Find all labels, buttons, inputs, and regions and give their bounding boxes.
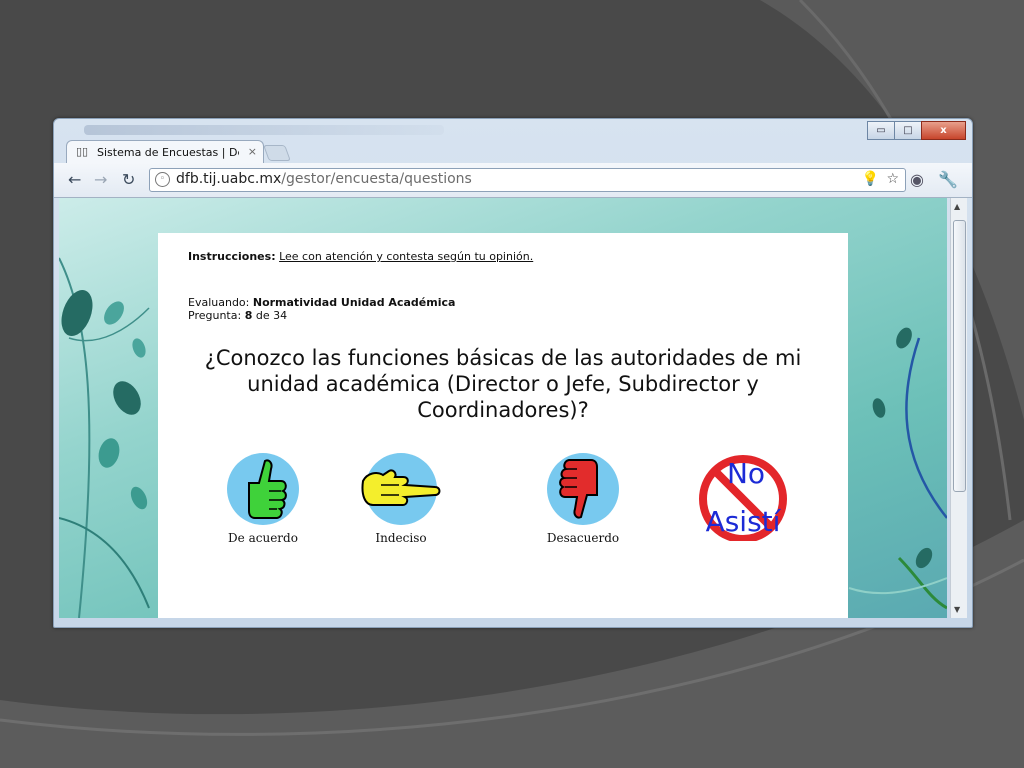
tab-title: Sistema de Encuestas | Depa [97, 146, 239, 159]
no-asisti-line2: Asistí [706, 505, 782, 538]
reload-icon[interactable]: ↻ [122, 170, 135, 189]
option-label: De acuerdo [228, 531, 298, 545]
title-bar: ▭ □ x ▯▯ Sistema de Encuestas | Depa × [54, 119, 972, 165]
no-asisti-line1: No [727, 457, 765, 490]
evaluating-line: Evaluando: Normatividad Unidad Académica [188, 296, 456, 309]
scroll-up-icon[interactable]: ▲ [954, 202, 960, 211]
globe-icon: ◦ [155, 172, 170, 187]
option-label: Desacuerdo [546, 531, 620, 545]
address-bar[interactable]: ◦ dfb.tij.uabc.mx/gestor/encuesta/questi… [149, 168, 906, 192]
extension-globe-icon[interactable]: ◉ [910, 170, 924, 189]
option-no-asisti[interactable]: No Asistí [683, 451, 803, 541]
maximize-button[interactable]: □ [894, 121, 922, 140]
option-label: Indeciso [375, 531, 427, 545]
option-de-acuerdo[interactable]: De acuerdo [203, 451, 323, 545]
thumbs-down-icon [547, 453, 619, 525]
window-controls: ▭ □ x [867, 121, 966, 140]
browser-window: ▭ □ x ▯▯ Sistema de Encuestas | Depa × ←… [53, 118, 973, 628]
question-counter: Pregunta: 8 de 34 [188, 309, 288, 322]
thumbs-up-icon [227, 453, 299, 525]
star-icon[interactable]: ☆ [886, 171, 899, 187]
tab-sistema-encuestas[interactable]: ▯▯ Sistema de Encuestas | Depa × [66, 140, 264, 165]
evaluation-info: Evaluando: Normatividad Unidad Académica… [188, 296, 455, 322]
question-text: ¿Conozco las funciones básicas de las au… [204, 346, 802, 422]
minimize-button[interactable]: ▭ [867, 121, 895, 140]
lightbulb-icon[interactable]: 💡 [862, 171, 879, 187]
thumb-sideways-icon [361, 453, 441, 525]
close-button[interactable]: x [921, 121, 966, 140]
no-symbol-icon: No Asistí [699, 455, 787, 541]
browser-toolbar: ← → ↻ ◦ dfb.tij.uabc.mx/gestor/encuesta/… [54, 163, 972, 198]
option-indeciso[interactable]: Indeciso [341, 451, 461, 545]
new-tab-button[interactable] [263, 145, 291, 161]
vertical-scrollbar[interactable]: ▲ ▼ [950, 198, 967, 618]
forward-arrow-icon[interactable]: → [94, 170, 107, 189]
wrench-icon[interactable]: 🔧 [938, 170, 958, 189]
window-title-blur [84, 125, 444, 135]
back-arrow-icon[interactable]: ← [68, 170, 81, 189]
scroll-down-icon[interactable]: ▼ [954, 605, 960, 614]
tab-close-icon[interactable]: × [248, 145, 257, 158]
page-viewport: Instrucciones: Lee con atención y contes… [59, 198, 947, 618]
option-desacuerdo[interactable]: Desacuerdo [523, 451, 643, 545]
page-icon: ▯▯ [76, 145, 89, 158]
survey-panel: Instrucciones: Lee con atención y contes… [158, 233, 848, 618]
url-text: dfb.tij.uabc.mx/gestor/encuesta/question… [176, 171, 472, 187]
scrollbar-thumb[interactable] [953, 220, 966, 492]
instructions: Instrucciones: Lee con atención y contes… [188, 250, 534, 263]
